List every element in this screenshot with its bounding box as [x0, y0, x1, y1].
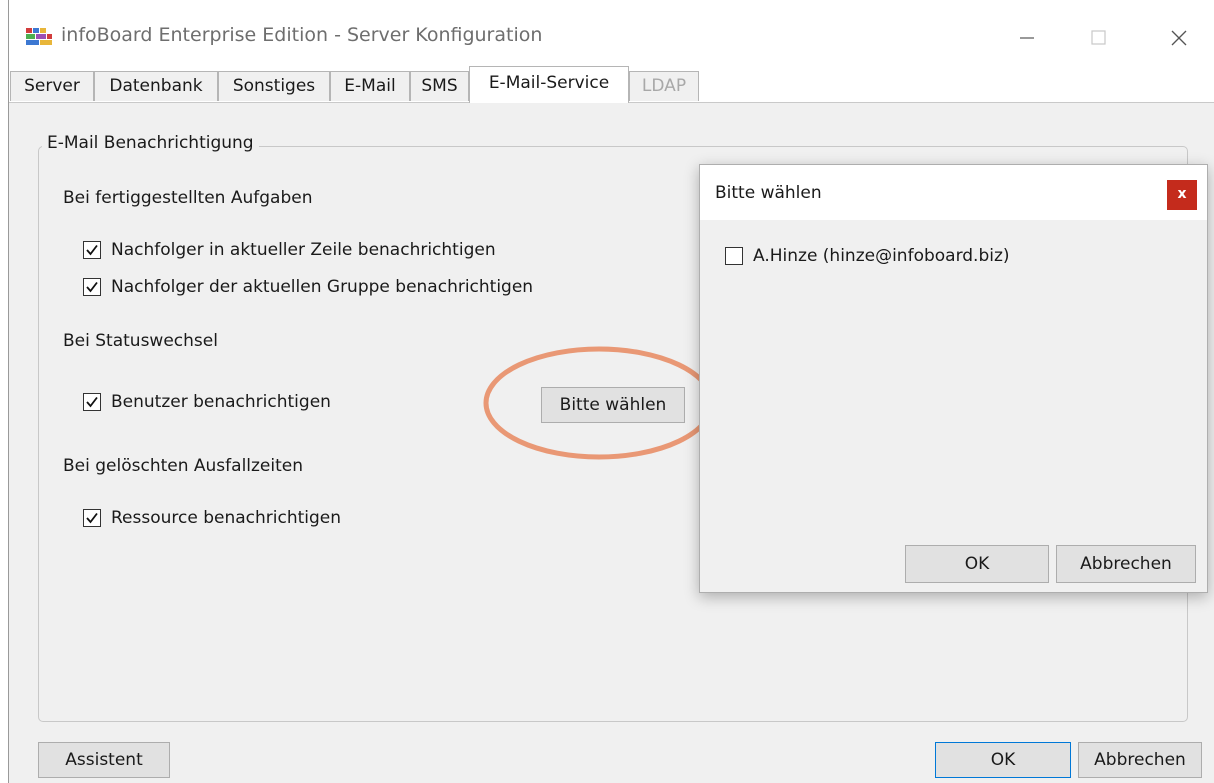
tab-strip: Server Datenbank Sonstiges E-Mail SMS E-… [9, 62, 1214, 103]
checkbox-label: A.Hinze (hinze@infoboard.biz) [753, 246, 1010, 266]
completed-tasks-heading: Bei fertiggestellten Aufgaben [63, 188, 313, 208]
dialog-ok-button[interactable]: OK [905, 545, 1049, 583]
minimize-icon [1020, 37, 1034, 39]
dialog-close-button[interactable]: x [1167, 180, 1197, 210]
title-bar[interactable]: infoBoard Enterprise Edition - Server Ko… [9, 0, 1214, 62]
tab-ldap: LDAP [629, 71, 699, 101]
tab-email[interactable]: E-Mail [330, 71, 410, 101]
close-button[interactable] [1151, 14, 1207, 56]
tab-server[interactable]: Server [10, 71, 94, 101]
wizard-button[interactable]: Assistent [38, 742, 170, 778]
dialog-list-item[interactable]: A.Hinze (hinze@infoboard.biz) [725, 246, 1010, 266]
checkbox-notify-resource[interactable]: Ressource benachrichtigen [83, 508, 341, 528]
tab-datenbank[interactable]: Datenbank [94, 71, 218, 101]
tab-sms[interactable]: SMS [410, 71, 469, 101]
window-title: infoBoard Enterprise Edition - Server Ko… [61, 24, 543, 46]
checkbox-label: Ressource benachrichtigen [111, 508, 342, 528]
checkbox[interactable] [83, 278, 101, 296]
checkbox[interactable] [83, 393, 101, 411]
checkbox[interactable] [83, 241, 101, 259]
checkmark-icon [86, 512, 98, 524]
status-change-heading: Bei Statuswechsel [63, 331, 218, 351]
annotation-highlight-ellipse [483, 346, 715, 460]
maximize-button[interactable] [1071, 14, 1127, 56]
tab-email-service[interactable]: E-Mail-Service [469, 66, 629, 103]
deleted-downtimes-heading: Bei gelöschten Ausfallzeiten [63, 456, 304, 476]
close-icon [1171, 30, 1187, 46]
choose-dialog: Bitte wählen x A.Hinze (hinze@infoboard.… [699, 164, 1208, 593]
dialog-title-bar[interactable]: Bitte wählen x [700, 165, 1207, 220]
checkbox-notify-row-successor[interactable]: Nachfolger in aktueller Zeile benachrich… [83, 240, 496, 260]
dialog-title: Bitte wählen [715, 183, 822, 203]
cancel-button[interactable]: Abbrechen [1078, 742, 1202, 778]
checkbox-label: Benutzer benachrichtigen [111, 392, 331, 412]
checkbox-label: Nachfolger der aktuellen Gruppe benachri… [111, 277, 534, 297]
checkbox-notify-group-successor[interactable]: Nachfolger der aktuellen Gruppe benachri… [83, 277, 533, 297]
checkbox[interactable] [725, 247, 743, 265]
minimize-button[interactable] [999, 14, 1055, 56]
checkmark-icon [86, 281, 98, 293]
checkbox-label: Nachfolger in aktueller Zeile benachrich… [111, 240, 496, 260]
checkbox-notify-user[interactable]: Benutzer benachrichtigen [83, 392, 331, 412]
checkbox[interactable] [83, 509, 101, 527]
tab-sonstiges[interactable]: Sonstiges [218, 71, 330, 101]
maximize-icon [1091, 30, 1106, 45]
checkmark-icon [86, 244, 98, 256]
ok-button[interactable]: OK [935, 742, 1071, 778]
app-icon [26, 28, 52, 45]
checkmark-icon [86, 396, 98, 408]
dialog-cancel-button[interactable]: Abbrechen [1056, 545, 1196, 583]
group-legend: E-Mail Benachrichtigung [42, 133, 259, 153]
